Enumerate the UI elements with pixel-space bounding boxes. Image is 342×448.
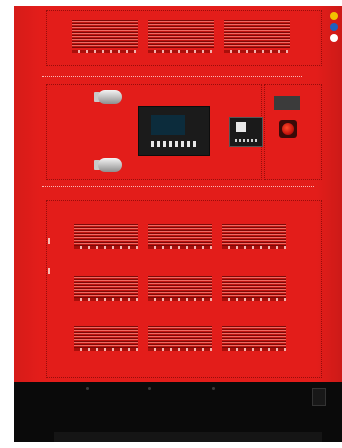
top-louver-lip: [148, 50, 212, 53]
rating-plate: [274, 96, 300, 110]
door-handle-icon: [94, 158, 122, 172]
lower-louver-lip: [74, 246, 138, 249]
base-frame: [14, 382, 342, 442]
lower-louver: [148, 326, 212, 348]
lower-louver-lip: [148, 246, 212, 249]
lower-louver-lip: [74, 298, 138, 301]
top-louver-center: [148, 20, 214, 48]
controller-display: [151, 115, 185, 135]
lower-louver: [148, 224, 212, 246]
bolt-icon: [148, 387, 151, 390]
controller-keypad: [151, 141, 199, 147]
top-louver-left: [72, 20, 138, 48]
breaker-terminal-bar: [235, 139, 257, 142]
lifting-point-icon: [312, 388, 326, 406]
top-louver-lip: [72, 50, 136, 53]
circuit-breaker-icon: [229, 117, 263, 147]
lower-louver-lip: [148, 298, 212, 301]
bolt-icon: [86, 387, 89, 390]
warning-stickers: [330, 12, 340, 46]
ground-shadow: [54, 432, 322, 442]
top-louver-lip: [224, 50, 288, 53]
bolt-icon: [212, 387, 215, 390]
top-louver-right: [224, 20, 290, 48]
lower-louver: [74, 326, 138, 348]
panel-seam: [42, 76, 302, 77]
warning-sticker-icon: [330, 12, 338, 20]
lower-louver: [74, 276, 138, 298]
breaker-lever: [236, 122, 246, 132]
emergency-stop-icon: [279, 120, 297, 138]
lower-louver: [74, 224, 138, 246]
lower-louver: [222, 326, 286, 348]
door-lock-icon: [48, 238, 50, 244]
lower-louver-lip: [74, 348, 138, 351]
warning-sticker-icon: [330, 23, 338, 31]
lower-louver-lip: [222, 348, 286, 351]
lower-louver-lip: [222, 298, 286, 301]
door-lock-icon: [48, 268, 50, 274]
emergency-stop-knob: [282, 123, 294, 135]
lower-louver-lip: [222, 246, 286, 249]
warning-sticker-icon: [330, 34, 338, 42]
control-panel-icon: [138, 106, 210, 156]
lower-louver: [148, 276, 212, 298]
lower-louver: [222, 276, 286, 298]
generator-enclosure: [14, 6, 342, 442]
lower-louver-lip: [148, 348, 212, 351]
lower-louver: [222, 224, 286, 246]
door-handle-icon: [94, 90, 122, 104]
panel-seam: [42, 186, 314, 187]
